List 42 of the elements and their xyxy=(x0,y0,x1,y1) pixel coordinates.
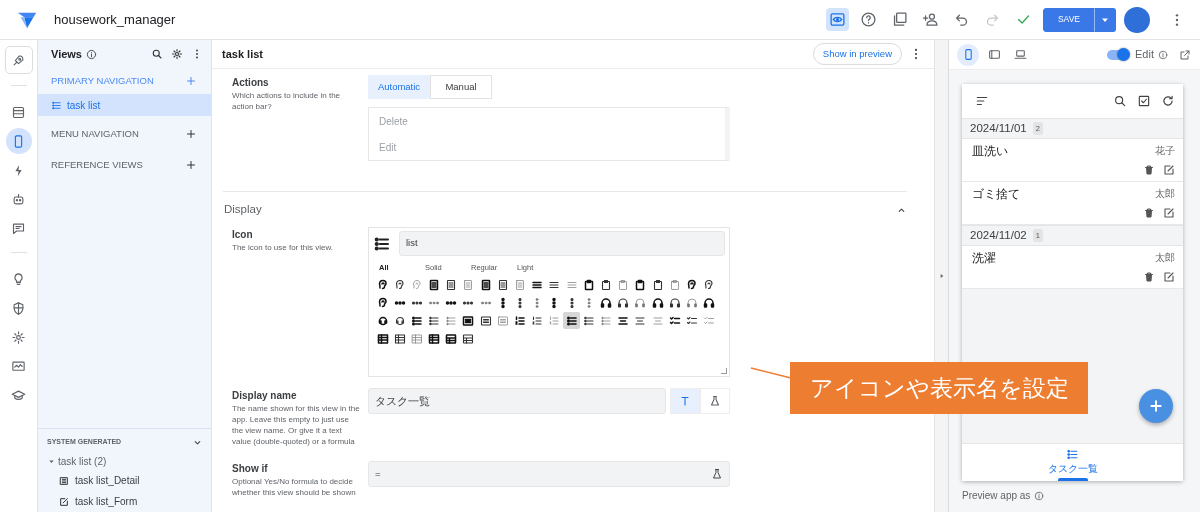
field-help: Which actions to include in the action bar? xyxy=(232,90,342,113)
section-header: MENU NAVIGATION xyxy=(51,126,139,141)
task-name: 洗濯 xyxy=(972,251,996,266)
field-label: Actions xyxy=(232,76,270,90)
view-item[interactable]: task list xyxy=(38,94,211,116)
action-item: Edit xyxy=(378,140,398,155)
text-field[interactable]: タスク一覧 xyxy=(368,388,666,414)
field-help: The name shown for this view in the app. Leave this empty to just use the view name. Or give it a text value (double-quoted) or a formula xyxy=(232,403,361,448)
view-item[interactable]: task list_Form xyxy=(47,491,203,512)
save-button[interactable]: SAVE xyxy=(1042,7,1095,32)
panel-title: Views xyxy=(51,46,82,62)
field-help: The icon to use for this view. xyxy=(232,242,334,254)
view-item[interactable]: task list_Detail xyxy=(47,470,203,491)
list-row[interactable]: ゴミ捨て 太郎 xyxy=(962,182,1183,225)
person-name: 太郎 xyxy=(1155,251,1175,265)
task-name: 皿洗い xyxy=(972,144,1008,159)
list-row[interactable]: 洗濯 太郎 xyxy=(962,246,1183,289)
formula-field[interactable]: = xyxy=(368,461,730,488)
group-header: 2024/11/02 xyxy=(970,227,1027,243)
section-header: REFERENCE VIEWS xyxy=(51,157,143,172)
field-help: Optional Yes/No formula to decide whether this view should be shown xyxy=(232,476,357,499)
section-title: Display xyxy=(224,202,262,218)
task-name: ゴミ捨て xyxy=(972,187,1020,202)
field-label: Display name xyxy=(232,389,298,403)
preview-label: Preview app as xyxy=(962,489,1031,503)
editor-title: task list xyxy=(222,46,263,62)
group-header: 2024/11/01 xyxy=(970,120,1027,136)
app-title: housework_manager xyxy=(54,10,176,29)
field-label: Show if xyxy=(232,462,269,477)
show-in-preview-button[interactable]: Show in preview xyxy=(812,42,902,66)
list-row[interactable]: 皿洗い 花子 xyxy=(962,139,1183,182)
segment-button[interactable]: Manual xyxy=(430,75,492,99)
field-label: Icon xyxy=(232,228,254,242)
tree-node[interactable]: task list (2) xyxy=(47,452,203,470)
segment-button[interactable]: Automatic xyxy=(368,75,430,99)
person-name: 花子 xyxy=(1155,144,1175,158)
action-item: Delete xyxy=(378,114,409,129)
callout-label: アイコンや表示名を設定 xyxy=(790,362,1088,414)
person-name: 太郎 xyxy=(1155,187,1175,201)
search-field[interactable]: list xyxy=(399,231,725,256)
toggle-label: Edit xyxy=(1135,47,1154,63)
section-header: PRIMARY NAVIGATION xyxy=(51,73,154,88)
